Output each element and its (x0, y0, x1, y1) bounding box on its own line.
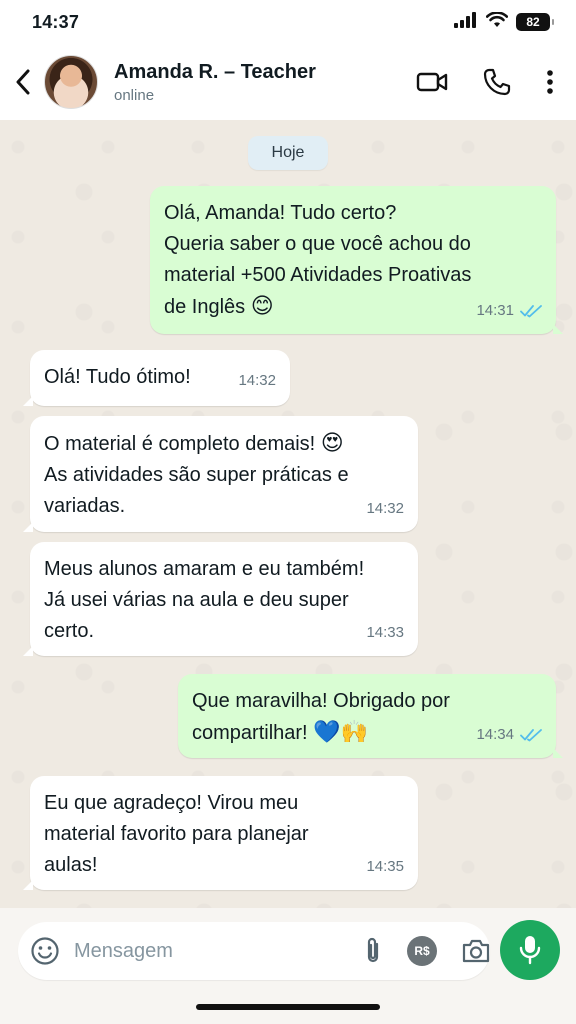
battery-icon: 82 (516, 13, 554, 31)
status-bar: 14:37 82 (0, 0, 576, 44)
back-icon (16, 69, 30, 95)
video-call-icon[interactable] (416, 70, 448, 94)
message-outgoing[interactable]: Olá, Amanda! Tudo certo? Queria saber o … (150, 186, 563, 334)
payment-icon[interactable]: R$ (407, 936, 437, 966)
message-time: 14:32 (366, 500, 404, 517)
avatar[interactable] (44, 55, 98, 109)
message-incoming[interactable]: O material é completo demais! 😍 As ativi… (23, 416, 418, 532)
camera-icon[interactable] (461, 938, 491, 964)
message-meta: 14:32 (238, 365, 276, 396)
message-time: 14:31 (476, 302, 514, 319)
contact-info[interactable]: Amanda R. – Teacher online (114, 61, 416, 104)
message-time: 14:34 (476, 726, 514, 743)
message-text: Olá! Tudo ótimo! (44, 366, 191, 388)
message-outgoing[interactable]: Que maravilha! Obrigado por compartilhar… (178, 674, 563, 758)
payment-label: R$ (407, 936, 437, 966)
emoji-icon[interactable] (30, 936, 60, 966)
message-meta: 14:31 (476, 295, 542, 326)
message-emoji: 😊 (250, 294, 274, 319)
message-input[interactable] (74, 939, 339, 963)
mic-button[interactable] (500, 920, 560, 980)
message-meta: 14:34 (476, 719, 542, 750)
contact-status: online (114, 86, 155, 104)
message-meta: 14:33 (366, 617, 404, 648)
contact-name: Amanda R. – Teacher (114, 60, 316, 83)
message-incoming[interactable]: Olá! Tudo ótimo! 14:32 (23, 350, 290, 406)
back-button[interactable] (10, 62, 36, 102)
message-time: 14:33 (366, 624, 404, 641)
phone-icon[interactable] (482, 67, 512, 97)
message-meta: 14:35 (366, 851, 404, 882)
read-receipt-icon (520, 304, 542, 317)
message-text: Meus alunos amaram e eu também! Já usei … (44, 558, 365, 642)
mic-icon (519, 936, 541, 965)
message-composer: R$ (18, 922, 490, 980)
message-text-continued: As atividades são super práticas e varia… (44, 464, 349, 517)
chat-area[interactable]: Hoje Olá, Amanda! Tudo certo? Queria sab… (0, 120, 576, 908)
wifi-icon (485, 10, 509, 33)
message-time: 14:35 (366, 858, 404, 875)
message-incoming[interactable]: Meus alunos amaram e eu também! Já usei … (23, 542, 418, 656)
read-receipt-icon (520, 728, 542, 741)
status-icons: 82 (454, 10, 554, 33)
message-meta: 14:32 (366, 493, 404, 524)
message-text: Olá, Amanda! Tudo certo? Queria saber o … (164, 202, 472, 318)
home-indicator[interactable] (196, 1004, 380, 1010)
message-incoming[interactable]: Eu que agradeço! Virou meu material favo… (23, 776, 418, 890)
day-separator: Hoje (248, 136, 328, 170)
signal-icon (454, 11, 478, 33)
header-actions (416, 67, 554, 97)
message-text: Eu que agradeço! Virou meu material favo… (44, 792, 309, 876)
attach-icon[interactable] (363, 936, 383, 966)
message-emoji: 💙🙌 (313, 720, 368, 745)
more-icon[interactable] (546, 69, 554, 95)
input-bar: R$ (0, 908, 576, 994)
home-area (0, 994, 576, 1024)
message-text: O material é completo demais! (44, 433, 316, 455)
chat-header: Amanda R. – Teacher online (0, 44, 576, 120)
message-time: 14:32 (238, 372, 276, 389)
status-time: 14:37 (32, 11, 80, 32)
message-emoji: 😍 (320, 431, 344, 456)
